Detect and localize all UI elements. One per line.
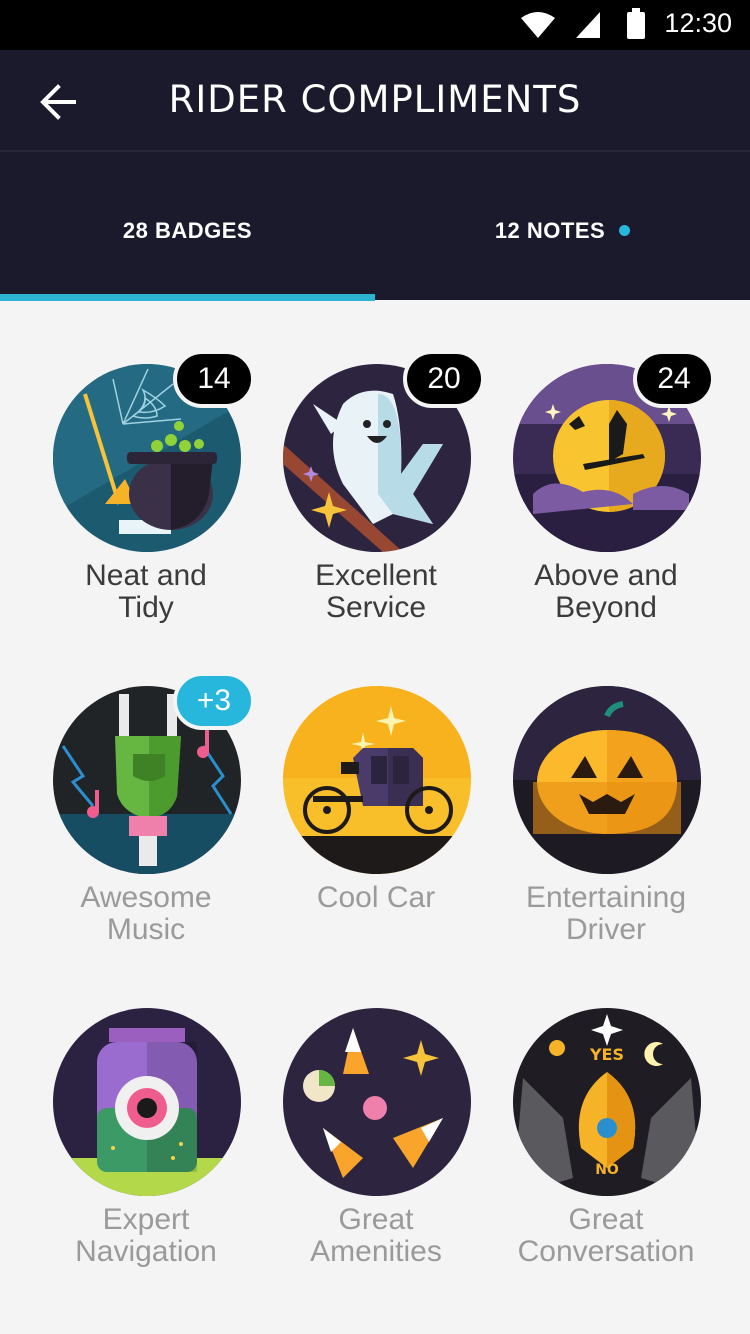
cell-signal-icon xyxy=(576,12,600,38)
badge-label: Great Conversation xyxy=(517,1203,695,1268)
badge-label: Neat and Tidy xyxy=(85,559,207,624)
badge-great-amenities[interactable]: Great Amenities xyxy=(261,1008,491,1308)
status-bar: 12:30 xyxy=(0,0,750,50)
tab-active-indicator xyxy=(0,294,375,301)
badge-neat-and-tidy[interactable]: 14 Neat and Tidy xyxy=(31,350,261,664)
badge-count: 20 xyxy=(403,350,485,408)
tab-notes-label: 12 NOTES xyxy=(375,218,750,244)
badge-above-and-beyond[interactable]: 24 Above and Beyond xyxy=(491,350,721,664)
eyeball-jar-icon xyxy=(53,1008,241,1196)
carriage-icon xyxy=(283,686,471,874)
tab-notes[interactable]: 12 NOTES xyxy=(375,152,750,300)
badge-great-conversation[interactable]: YES NO Great Conversation xyxy=(491,1008,721,1308)
badge-label: Great Amenities xyxy=(310,1203,442,1268)
tab-bar: 28 BADGES 12 NOTES xyxy=(0,150,750,301)
badge-excellent-service[interactable]: 20 Excellent Service xyxy=(261,350,491,664)
badge-label: Above and Beyond xyxy=(534,559,678,624)
wifi-icon xyxy=(521,12,555,38)
badge-count: 14 xyxy=(173,350,255,408)
ouija-icon: YES NO xyxy=(513,1008,701,1196)
svg-text:NO: NO xyxy=(595,1162,619,1178)
tab-badges-label: 28 BADGES xyxy=(122,218,253,243)
badge-label: Cool Car xyxy=(316,881,436,914)
badge-cool-car[interactable]: Cool Car xyxy=(261,686,491,986)
tab-badges[interactable]: 28 BADGES xyxy=(0,152,375,301)
candy-icon xyxy=(283,1008,471,1196)
unread-dot xyxy=(619,224,631,236)
pumpkin-icon xyxy=(513,686,701,874)
svg-text:YES: YES xyxy=(589,1045,624,1064)
badge-count: 24 xyxy=(633,350,715,408)
new-badge-count: +3 xyxy=(173,672,255,730)
badge-entertaining-driver[interactable]: Entertaining Driver xyxy=(491,686,721,986)
badge-awesome-music[interactable]: +3 Awesome Music xyxy=(31,672,261,986)
badge-label: Excellent Service xyxy=(315,559,437,624)
page-title: RIDER COMPLIMENTS xyxy=(168,78,582,121)
badge-label: Entertaining Driver xyxy=(525,881,687,946)
badge-expert-navigation[interactable]: Expert Navigation xyxy=(31,1008,261,1308)
battery-icon xyxy=(627,8,645,39)
badge-label: Awesome Music xyxy=(80,881,212,946)
status-time: 12:30 xyxy=(664,8,732,38)
badge-label: Expert Navigation xyxy=(75,1203,217,1268)
app-bar: RIDER COMPLIMENTS xyxy=(0,50,750,150)
